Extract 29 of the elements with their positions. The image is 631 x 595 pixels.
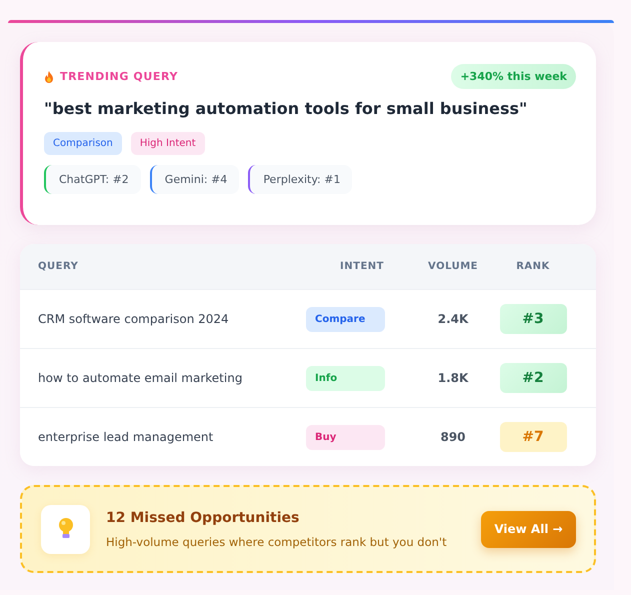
column-header: VOLUME <box>427 261 479 272</box>
opportunity-description: High-volume queries where competitors rank but you don't <box>106 534 448 548</box>
view-all-button[interactable]: View All → <box>481 510 576 548</box>
engine-rank-chip: Gemini: #4 <box>150 165 240 194</box>
engine-rank-chip: Perplexity: #1 <box>248 165 352 194</box>
lightbulb-icon <box>58 518 74 540</box>
query-tag: High Intent <box>130 132 205 155</box>
table-cell-text: 2.4K <box>436 312 470 326</box>
intent-tag: Info <box>306 366 385 390</box>
intent-tag: Compare <box>306 306 385 332</box>
table-cell-text: enterprise lead management <box>38 430 214 444</box>
trending-query: "best marketing automation tools for small business" <box>44 99 528 118</box>
table-cell-text: CRM software comparison 2024 <box>38 312 230 326</box>
trending-label: TRENDING QUERY <box>60 70 178 83</box>
column-header: INTENT <box>339 261 385 272</box>
engine-rank-chip: ChatGPT: #2 <box>44 165 141 194</box>
intent-tag: Buy <box>306 424 385 450</box>
growth-badge: +340% this week <box>451 64 576 89</box>
rank-badge: #2 <box>500 363 566 393</box>
column-header: RANK <box>515 261 551 272</box>
table-cell-text: 1.8K <box>436 371 470 385</box>
query-tag: Comparison <box>44 132 122 155</box>
opportunity-title: 12 Missed Opportunities <box>106 510 300 526</box>
table-cell-text: how to automate email marketing <box>38 371 244 385</box>
rank-badge: #7 <box>500 422 566 452</box>
table-cell-text: 890 <box>439 430 467 444</box>
flame-icon <box>44 70 54 82</box>
rank-badge: #3 <box>500 304 566 334</box>
column-header: QUERY <box>38 261 80 272</box>
